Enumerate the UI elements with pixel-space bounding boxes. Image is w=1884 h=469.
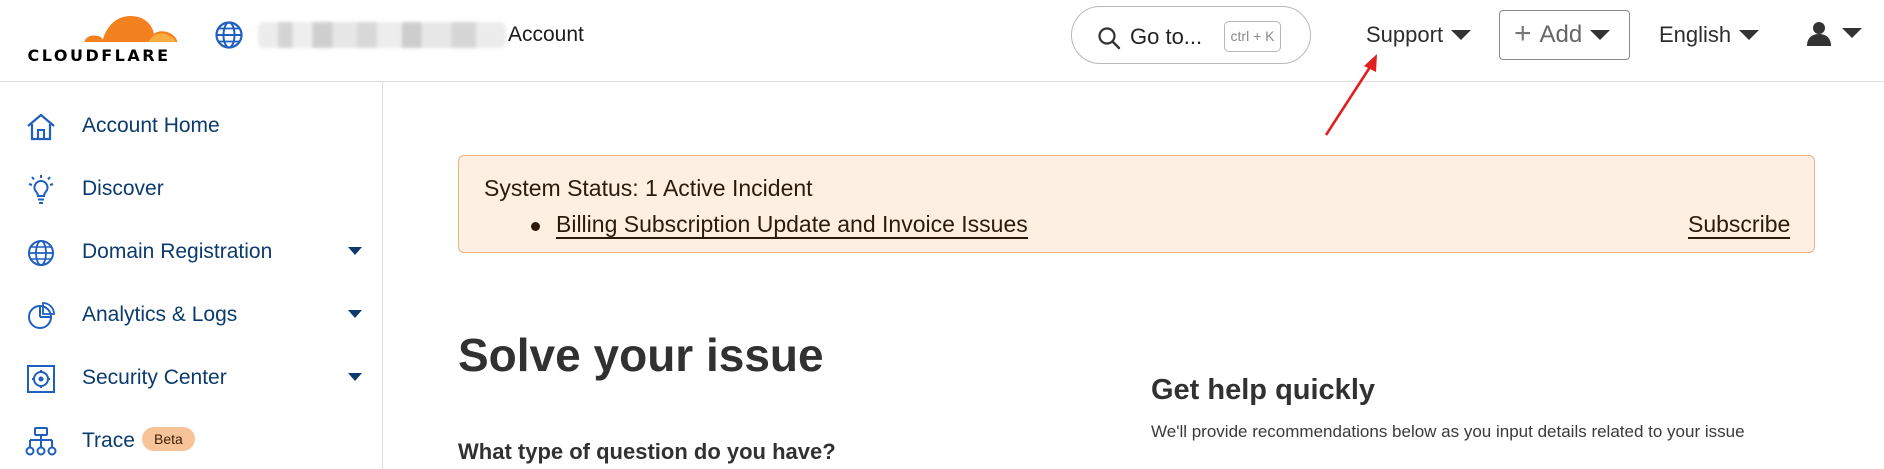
system-status-banner: System Status: 1 Active Incident Billing… — [458, 155, 1815, 253]
globe-icon — [215, 21, 243, 49]
support-dropdown[interactable]: Support — [1366, 22, 1472, 48]
account-label[interactable]: Account — [508, 23, 584, 47]
sidebar-item-security-center[interactable]: Security Center — [0, 351, 383, 405]
bullet-dot — [531, 222, 540, 231]
chevron-down-icon[interactable] — [348, 310, 362, 318]
support-label: Support — [1366, 22, 1444, 47]
page-title: Solve your issue — [458, 329, 824, 381]
sidebar-item-label: Discover — [82, 177, 164, 200]
globe-icon — [28, 240, 54, 266]
top-bar: CLOUDFLARE Account Go to... ctrl + K Sup… — [0, 0, 1884, 82]
goto-search-button[interactable]: Go to... ctrl + K — [1071, 6, 1311, 64]
chevron-down-icon[interactable] — [348, 247, 362, 255]
sidebar-item-domain-registration[interactable]: Domain Registration — [0, 225, 383, 279]
question-type-label: What type of question do you have? — [458, 439, 836, 464]
sidebar: Account Home Discover Domain Registratio… — [0, 82, 383, 469]
sidebar-item-label: Analytics & Logs — [82, 303, 238, 326]
language-label: English — [1659, 22, 1732, 47]
chevron-down-icon — [1842, 28, 1862, 38]
help-description: We'll provide recommendations below as y… — [1151, 422, 1745, 441]
pie-chart-icon — [28, 302, 55, 329]
cloudflare-logo[interactable]: CLOUDFLARE — [18, 6, 180, 65]
status-title: System Status: 1 Active Incident — [484, 175, 813, 201]
add-button[interactable]: + Add — [1499, 10, 1630, 60]
sidebar-item-trace[interactable]: Trace Beta — [0, 414, 383, 468]
language-dropdown[interactable]: English — [1659, 22, 1760, 48]
logo-wordmark: CLOUDFLARE — [27, 46, 171, 65]
user-icon — [1807, 22, 1831, 46]
sidebar-item-analytics-logs[interactable]: Analytics & Logs — [0, 288, 383, 342]
annotation-arrow — [1324, 54, 1377, 136]
chevron-down-icon — [1590, 30, 1611, 40]
chevron-down-icon[interactable] — [348, 373, 362, 381]
incident-link[interactable]: Billing Subscription Update and Invoice … — [556, 211, 1028, 239]
sidebar-item-label: Security Center — [82, 366, 227, 389]
sidebar-item-label: Trace — [82, 429, 135, 452]
user-menu[interactable] — [1806, 20, 1862, 46]
trace-icon — [25, 427, 57, 456]
add-label: Add — [1539, 21, 1583, 48]
lightbulb-icon — [28, 175, 54, 204]
cloud-logo-icon — [84, 16, 178, 45]
sidebar-item-label: Domain Registration — [82, 240, 273, 263]
help-heading: Get help quickly — [1151, 374, 1375, 406]
search-icon — [1098, 27, 1121, 50]
chevron-down-icon — [1451, 30, 1472, 40]
sidebar-item-discover[interactable]: Discover — [0, 162, 383, 216]
account-name-redacted[interactable] — [258, 22, 506, 48]
keyboard-shortcut-hint: ctrl + K — [1224, 21, 1281, 52]
sidebar-item-label: Account Home — [82, 114, 220, 137]
home-icon — [27, 113, 55, 141]
plus-icon: + — [1514, 16, 1532, 50]
subscribe-link[interactable]: Subscribe — [1688, 211, 1791, 239]
beta-badge: Beta — [142, 427, 195, 451]
chevron-down-icon — [1739, 30, 1760, 40]
goto-label: Go to... — [1130, 24, 1203, 49]
sidebar-item-account-home[interactable]: Account Home — [0, 99, 383, 153]
security-center-icon — [27, 365, 55, 393]
